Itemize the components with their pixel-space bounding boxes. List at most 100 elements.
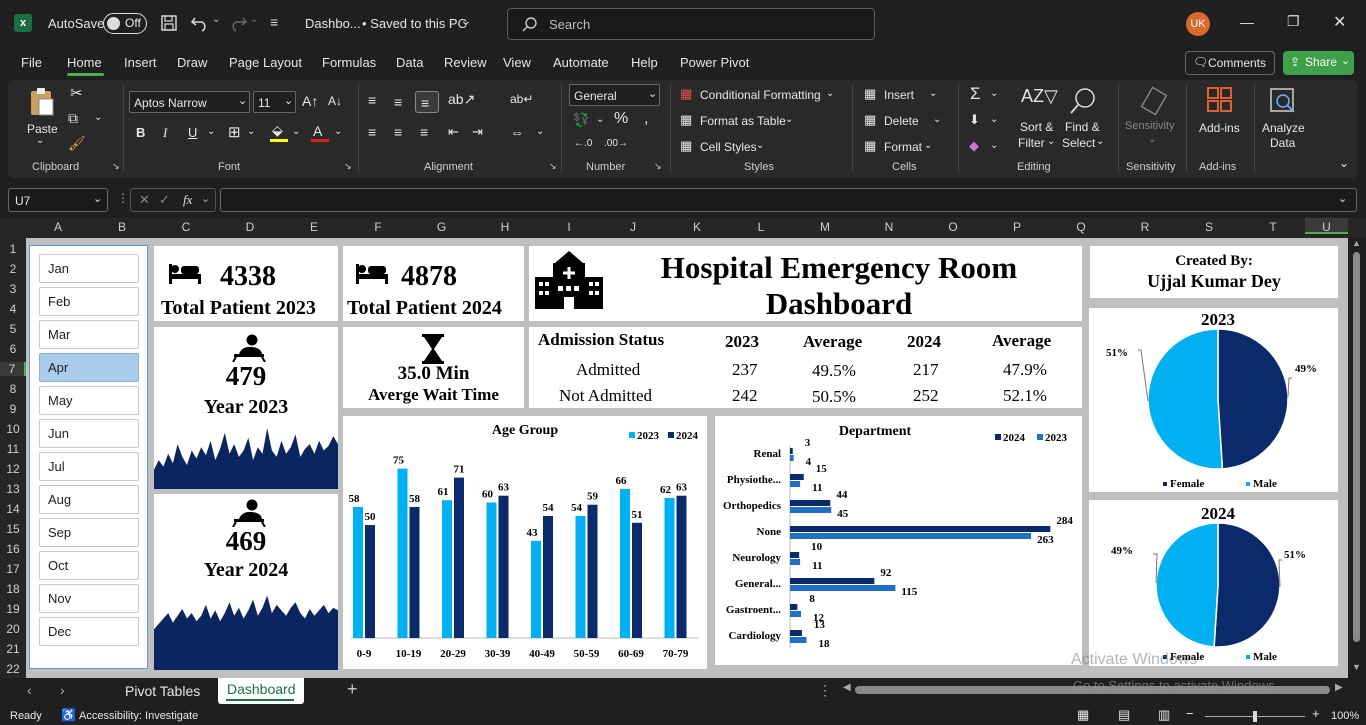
clear-icon[interactable]: ◆ (969, 138, 979, 154)
row-header-5[interactable]: 5 (0, 322, 26, 336)
file-name[interactable]: Dashbo... (305, 16, 361, 31)
analyze-data-icon[interactable] (1268, 86, 1296, 116)
paste-icon[interactable] (28, 86, 56, 118)
number-launcher-icon[interactable]: ↘ (654, 161, 662, 172)
column-header-l[interactable]: L (729, 220, 793, 234)
tab-power-pivot[interactable]: Power Pivot (680, 55, 749, 70)
row-header-8[interactable]: 8 (0, 382, 26, 396)
addins-label[interactable]: Add-ins (1199, 121, 1240, 135)
scroll-right-icon[interactable]: ▶ (1335, 682, 1343, 693)
slicer-item-feb[interactable]: Feb (39, 287, 139, 316)
row-header-7[interactable]: 7 (0, 362, 26, 376)
restore-icon[interactable]: ❐ (1287, 13, 1300, 30)
row-header-18[interactable]: 18 (0, 582, 26, 596)
fill-icon[interactable]: ⬇ (969, 112, 980, 128)
copy-chevron-icon[interactable]: ⌄ (94, 112, 102, 123)
row-header-14[interactable]: 14 (0, 502, 26, 516)
cell-styles-icon[interactable]: ▦ (680, 138, 692, 154)
accounting-chevron-icon[interactable]: ⌄ (596, 114, 604, 125)
row-header-4[interactable]: 4 (0, 302, 26, 316)
row-header-3[interactable]: 3 (0, 282, 26, 296)
italic-icon[interactable]: I (163, 125, 167, 141)
font-name-select[interactable]: Aptos Narrow ⌄ (129, 91, 250, 113)
autosum-chevron-icon[interactable]: ⌄ (990, 88, 998, 99)
column-header-n[interactable]: N (857, 220, 921, 234)
borders-chevron-icon[interactable]: ⌄ (247, 126, 255, 137)
column-header-o[interactable]: O (921, 220, 985, 234)
conditional-formatting-icon[interactable]: ▦ (680, 86, 692, 102)
tab-formulas[interactable]: Formulas (322, 55, 376, 70)
insert-cells-label[interactable]: Insert (884, 88, 914, 102)
row-header-6[interactable]: 6 (0, 342, 26, 356)
zoom-in-icon[interactable]: + (1312, 706, 1320, 721)
find-select-chevron-icon[interactable]: ⌄ (1096, 136, 1104, 147)
name-box[interactable]: U7 ⌄ (8, 188, 108, 212)
tab-draw[interactable]: Draw (177, 55, 207, 70)
column-header-c[interactable]: C (154, 220, 218, 234)
wrap-text-icon[interactable]: ab↵ (510, 92, 533, 106)
font-color-chevron-icon[interactable]: ⌄ (334, 126, 342, 137)
column-header-k[interactable]: K (665, 220, 729, 234)
page-layout-view-icon[interactable]: ▤ (1118, 707, 1130, 723)
tab-help[interactable]: Help (631, 55, 658, 70)
number-format-select[interactable]: General ⌄ (569, 84, 660, 106)
zoom-level[interactable]: 100% (1331, 710, 1359, 722)
row-header-13[interactable]: 13 (0, 482, 26, 496)
autosave-toggle[interactable]: Off (103, 13, 147, 34)
column-header-r[interactable]: R (1113, 220, 1177, 234)
filename-chevron-down-icon[interactable]: ⌄ (460, 12, 472, 29)
find-select-icon[interactable] (1068, 86, 1098, 116)
font-launcher-icon[interactable]: ↘ (344, 161, 352, 172)
format-as-table-chevron-icon[interactable]: ⌄ (785, 114, 793, 125)
clear-chevron-icon[interactable]: ⌄ (990, 140, 998, 151)
find-select-label[interactable]: Find & (1065, 120, 1100, 134)
slicer-item-oct[interactable]: Oct (39, 551, 139, 580)
expand-formula-icon[interactable]: ⌄ (1338, 192, 1347, 205)
redo-dropdown-icon[interactable]: ⌄ (250, 14, 258, 25)
sort-filter-icon[interactable]: AZ▽ (1021, 86, 1058, 107)
column-header-t[interactable]: T (1241, 220, 1305, 234)
fill-chevron-icon[interactable]: ⌄ (990, 114, 998, 125)
slicer-item-apr[interactable]: Apr (39, 353, 139, 382)
increase-decimal-icon[interactable]: ←.0 (574, 138, 592, 149)
orientation-icon[interactable]: ab↗ (448, 91, 475, 108)
row-header-19[interactable]: 19 (0, 602, 26, 616)
vertical-scrollbar[interactable]: ▲ ▼ (1348, 238, 1366, 678)
format-cells-icon[interactable]: ▦ (864, 138, 876, 154)
cut-icon[interactable]: ✂ (70, 84, 83, 102)
share-button[interactable]: ⇪ Share ⌄ (1283, 51, 1354, 75)
slicer-item-dec[interactable]: Dec (39, 617, 139, 646)
percent-icon[interactable]: % (614, 110, 628, 128)
addins-icon[interactable] (1206, 86, 1234, 114)
slicer-item-nov[interactable]: Nov (39, 584, 139, 613)
add-sheet-icon[interactable]: + (347, 679, 358, 700)
vertical-scroll-thumb[interactable] (1353, 252, 1360, 642)
copy-icon[interactable]: ⧉ (68, 110, 78, 127)
delete-cells-chevron-icon[interactable]: ⌄ (933, 114, 941, 125)
bold-icon[interactable]: B (136, 125, 145, 140)
slicer-item-mar[interactable]: Mar (39, 320, 139, 349)
underline-chevron-icon[interactable]: ⌄ (207, 126, 215, 137)
borders-icon[interactable]: ⊞ (228, 123, 241, 141)
row-header-1[interactable]: 1 (0, 242, 26, 256)
row-header-12[interactable]: 12 (0, 462, 26, 476)
analyze-label-2[interactable]: Data (1270, 136, 1295, 150)
save-status[interactable]: • Saved to this PC (362, 16, 467, 31)
row-header-17[interactable]: 17 (0, 562, 26, 576)
tab-page-layout[interactable]: Page Layout (229, 55, 302, 70)
align-right-icon[interactable]: ≡ (420, 124, 428, 140)
next-sheet-icon[interactable]: › (60, 682, 65, 698)
column-header-u[interactable]: U (1305, 218, 1348, 234)
page-break-view-icon[interactable]: ▥ (1158, 707, 1170, 723)
tab-review[interactable]: Review (444, 55, 487, 70)
underline-icon[interactable]: U (188, 125, 197, 140)
collapse-ribbon-icon[interactable]: ⌄ (1339, 156, 1349, 170)
tab-home[interactable]: Home (67, 55, 102, 70)
search-box[interactable]: Search (507, 8, 875, 40)
increase-font-icon[interactable]: A↑ (302, 93, 318, 109)
prev-sheet-icon[interactable]: ‹ (27, 682, 32, 698)
row-header-2[interactable]: 2 (0, 262, 26, 276)
conditional-formatting-label[interactable]: Conditional Formatting (700, 88, 821, 102)
column-header-m[interactable]: M (793, 220, 857, 234)
save-icon[interactable] (160, 14, 178, 32)
